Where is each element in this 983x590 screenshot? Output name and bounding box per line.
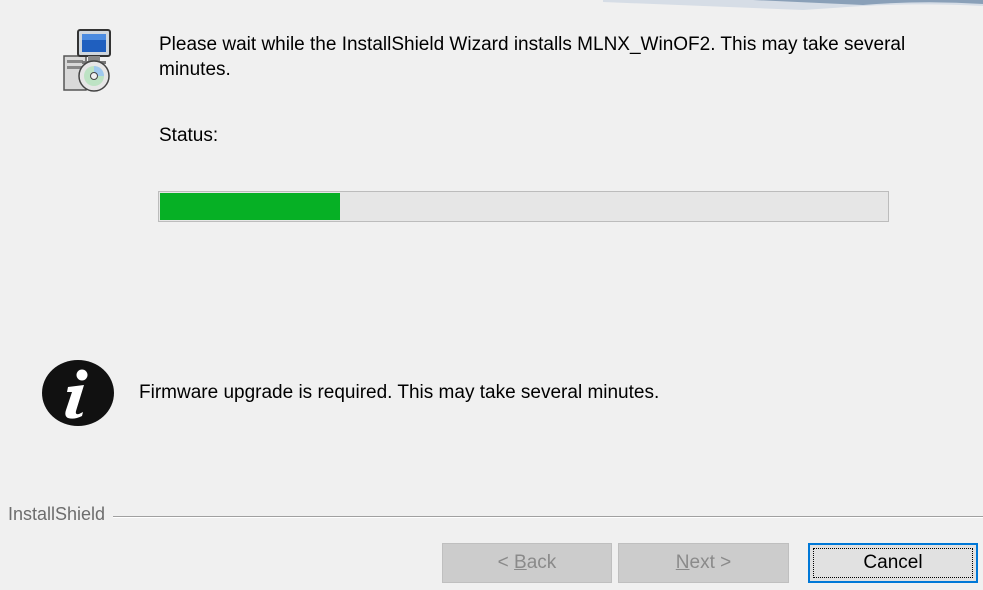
focus-indicator	[813, 548, 973, 578]
next-button-mnemonic: N	[675, 552, 690, 573]
next-button-label: ext >	[689, 552, 732, 573]
back-button-prefix: <	[497, 552, 515, 573]
cancel-button[interactable]: Cancel	[808, 543, 978, 583]
progress-bar-fill	[160, 193, 341, 220]
installer-computer-cd-icon	[58, 26, 114, 94]
install-progress-bar	[158, 191, 889, 222]
back-button-label: ack	[526, 552, 557, 573]
status-label: Status:	[159, 125, 219, 146]
installshield-progress-dialog: Please wait while the InstallShield Wiza…	[0, 0, 983, 590]
branding-divider	[8, 516, 983, 518]
back-button-mnemonic: B	[514, 552, 527, 573]
next-button[interactable]: Next >	[618, 543, 789, 583]
firmware-upgrade-notice: Firmware upgrade is required. This may t…	[139, 382, 660, 403]
back-button[interactable]: < Back	[442, 543, 612, 583]
install-wait-message: Please wait while the InstallShield Wiza…	[159, 34, 906, 80]
banner-swoosh-decoration	[603, 0, 983, 10]
installshield-brand-label: InstallShield	[8, 504, 114, 525]
info-icon	[40, 359, 116, 427]
